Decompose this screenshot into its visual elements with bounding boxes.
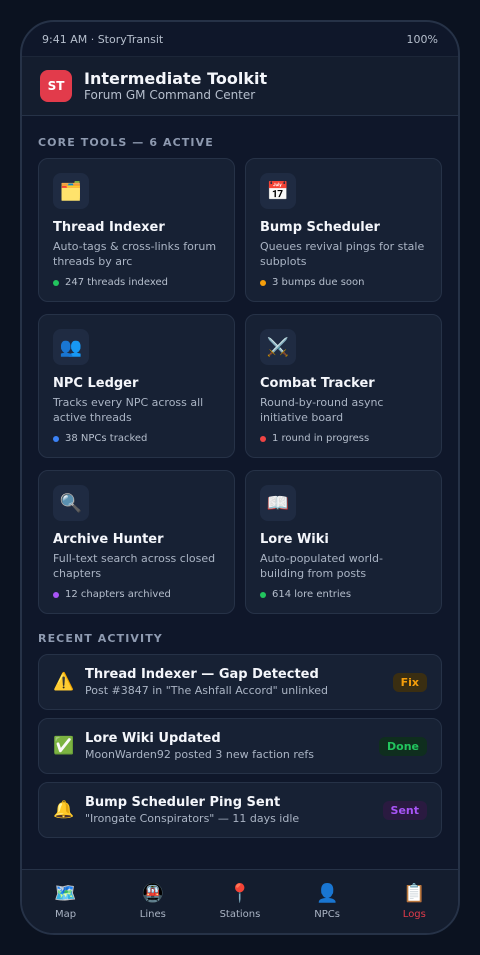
tool-card[interactable]: 📖 Lore Wiki Auto-populated world-building … — [245, 470, 442, 614]
metro-icon: 🚇 — [141, 883, 164, 904]
book-icon: 📖 — [260, 485, 296, 521]
tab-logs[interactable]: 📋 Logs — [379, 883, 449, 920]
tool-stat-text: 247 threads indexed — [65, 277, 168, 288]
app-header: ST Intermediate Toolkit Forum GM Command… — [22, 56, 458, 116]
tool-stat: 38 NPCs tracked — [53, 433, 147, 444]
crossed-swords-icon: ⚔️ — [260, 329, 296, 365]
tab-label: Map — [55, 909, 77, 920]
tool-title: Archive Hunter — [53, 532, 164, 547]
tool-description: Full-text search across closed chapters — [53, 552, 216, 580]
tool-description: Tracks every NPC across all active threa… — [53, 396, 204, 424]
tool-description: Queues revival pings for stale subplots — [260, 240, 425, 268]
phone-frame: 9:41 AM · StoryTransit 100% ST Intermedi… — [20, 20, 460, 935]
people-icon: 👥 — [53, 329, 89, 365]
tool-description: Round-by-round async initiative board — [260, 396, 384, 424]
tool-stat: 3 bumps due soon — [260, 277, 365, 288]
status-dot — [260, 279, 266, 286]
folder-icon: 🗂️ — [53, 173, 89, 209]
tool-stat-text: 38 NPCs tracked — [65, 433, 148, 444]
tool-card[interactable]: 👥 NPC Ledger Tracks every NPC across all a… — [38, 314, 235, 458]
activity-subtitle: Post #3847 in "The Ashfall Accord" unlin… — [85, 684, 328, 697]
warning-icon: ⚠️ — [53, 672, 75, 692]
magnifier-icon: 🔍 — [53, 485, 89, 521]
activity-subtitle: "Irongate Conspirators" — 11 days idle — [85, 812, 300, 825]
activity-text: Thread Indexer — Gap Detected Post #3847 … — [85, 667, 383, 697]
tool-description: Auto-populated world-building from posts — [260, 552, 383, 580]
tool-stat-text: 1 round in progress — [272, 433, 370, 444]
status-time-app: 9:41 AM · StoryTransit — [42, 32, 164, 46]
map-icon: 🗺️ — [54, 883, 77, 904]
activity-list: ⚠️ Thread Indexer — Gap Detected Post #384… — [22, 654, 458, 838]
tool-card[interactable]: ⚔️ Combat Tracker Round-by-round async ini… — [245, 314, 442, 458]
activity-item[interactable]: 🔔 Bump Scheduler Ping Sent "Irongate Consp… — [38, 782, 442, 838]
bell-icon: 🔔 — [53, 800, 75, 820]
tab-stations[interactable]: 📍 Stations — [205, 883, 275, 920]
tool-stat: 1 round in progress — [260, 433, 369, 444]
clipboard-icon: 📋 — [403, 883, 426, 904]
activity-title: Thread Indexer — Gap Detected — [85, 667, 319, 682]
core-tools-heading: CORE TOOLS — 6 ACTIVE — [38, 136, 214, 149]
tab-label: Lines — [139, 909, 166, 920]
tool-title: Bump Scheduler — [260, 220, 380, 235]
tool-grid: 🗂️ Thread Indexer Auto-tags & cross-links … — [22, 158, 458, 614]
tool-title: Thread Indexer — [53, 220, 165, 235]
tab-npcs[interactable]: 👤 NPCs — [292, 883, 362, 920]
status-bar: 9:41 AM · StoryTransit 100% — [22, 22, 458, 56]
status-dot — [53, 279, 59, 286]
tab-label: Stations — [219, 909, 261, 920]
status-dot — [53, 591, 59, 598]
tool-stat-text: 3 bumps due soon — [272, 277, 365, 288]
tool-stat: 247 threads indexed — [53, 277, 168, 288]
tool-title: NPC Ledger — [53, 376, 139, 391]
activity-action-badge[interactable]: Sent — [382, 800, 427, 820]
tool-title: Combat Tracker — [260, 376, 375, 391]
tool-title: Lore Wiki — [260, 532, 329, 547]
activity-item[interactable]: ⚠️ Thread Indexer — Gap Detected Post #384… — [38, 654, 442, 710]
activity-action-badge[interactable]: Fix — [392, 672, 427, 692]
app-logo: ST — [40, 70, 72, 102]
status-dot — [260, 591, 266, 598]
battery-level: 100% — [406, 32, 438, 46]
activity-action-badge[interactable]: Done — [379, 736, 427, 756]
person-icon: 👤 — [315, 883, 339, 904]
page-subtitle: Forum GM Command Center — [84, 88, 256, 102]
tool-stat: 614 lore entries — [260, 589, 351, 600]
activity-item[interactable]: ✅ Lore Wiki Updated MoonWarden92 posted 3 … — [38, 718, 442, 774]
pin-icon: 📍 — [228, 883, 252, 904]
calendar-icon: 📅 — [260, 173, 296, 209]
activity-title: Bump Scheduler Ping Sent — [85, 795, 281, 810]
tool-description: Auto-tags & cross-links forum threads by… — [53, 240, 217, 268]
activity-title: Lore Wiki Updated — [85, 731, 221, 746]
tool-card[interactable]: 🗂️ Thread Indexer Auto-tags & cross-links … — [38, 158, 235, 302]
bottom-tab-bar: 🗺️ Map 🚇 Lines 📍 Stations 👤 NPCs 📋 Logs — [22, 869, 458, 933]
status-dot — [260, 435, 266, 442]
tab-map[interactable]: 🗺️ Map — [31, 883, 101, 920]
tool-stat-text: 614 lore entries — [272, 589, 352, 600]
tool-stat-text: 12 chapters archived — [65, 589, 171, 600]
tab-label: NPCs — [314, 909, 340, 920]
tool-card[interactable]: 📅 Bump Scheduler Queues revival pings for … — [245, 158, 442, 302]
page-title: Intermediate Toolkit — [84, 69, 268, 88]
tab-label: Logs — [402, 909, 426, 920]
activity-text: Bump Scheduler Ping Sent "Irongate Conspi… — [85, 795, 373, 825]
tab-lines[interactable]: 🚇 Lines — [118, 883, 188, 920]
activity-subtitle: MoonWarden92 posted 3 new faction refs — [85, 748, 314, 761]
tool-stat: 12 chapters archived — [53, 589, 171, 600]
activity-text: Lore Wiki Updated MoonWarden92 posted 3 n… — [85, 731, 369, 761]
check-icon: ✅ — [53, 736, 75, 756]
status-dot — [53, 435, 59, 442]
recent-activity-heading: RECENT ACTIVITY — [38, 632, 163, 645]
tool-card[interactable]: 🔍 Archive Hunter Full-text search across c… — [38, 470, 235, 614]
